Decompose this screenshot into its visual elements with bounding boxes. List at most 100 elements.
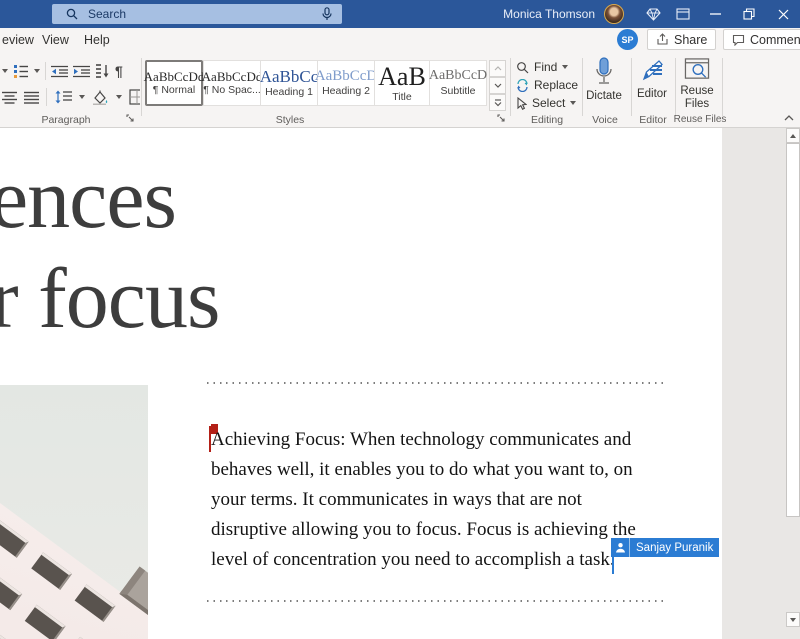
ribbon: ¶ bbox=[0, 52, 800, 128]
building-facade bbox=[0, 503, 148, 639]
ribbon-display-options-icon[interactable] bbox=[668, 0, 698, 28]
share-button[interactable]: Share bbox=[647, 29, 716, 50]
find-icon bbox=[516, 61, 529, 74]
account-user-name[interactable]: Monica Thomson bbox=[503, 7, 595, 21]
collaborator-cursor-blue bbox=[612, 557, 614, 574]
title-bar: Search Monica Thomson bbox=[0, 0, 800, 28]
search-icon bbox=[66, 8, 78, 20]
styles-scroll-up-button[interactable] bbox=[489, 60, 506, 77]
increase-indent-icon[interactable] bbox=[73, 65, 90, 78]
comment-icon bbox=[732, 34, 745, 46]
body-paragraph[interactable]: Achieving Focus: When technology communi… bbox=[211, 425, 636, 575]
editor-button[interactable]: Editor bbox=[629, 57, 675, 111]
shading-dropdown-icon[interactable] bbox=[116, 95, 122, 99]
bullets-dropdown-icon[interactable] bbox=[2, 69, 8, 73]
paragraph-group-label: Paragraph bbox=[30, 114, 102, 126]
collapse-ribbon-icon[interactable] bbox=[784, 115, 794, 121]
user-avatar[interactable] bbox=[604, 4, 624, 24]
styles-gallery-more-button[interactable] bbox=[489, 94, 506, 111]
paragraph-line: behaves well, it enables you to do what … bbox=[211, 455, 636, 485]
reuse-files-icon bbox=[683, 57, 711, 82]
scrollbar-thumb[interactable] bbox=[786, 143, 800, 517]
collaborator-name: Sanjay Puranik bbox=[630, 538, 719, 557]
sort-icon[interactable] bbox=[95, 64, 110, 78]
editor-pencil-icon bbox=[638, 57, 666, 85]
select-arrow-icon bbox=[516, 97, 527, 110]
group-divider bbox=[141, 58, 142, 116]
group-divider bbox=[510, 58, 511, 116]
numbered-list-icon[interactable] bbox=[13, 64, 29, 78]
voice-group-label: Voice bbox=[584, 114, 626, 126]
style-no-spacing[interactable]: AaBbCcDd ¶ No Spac... bbox=[203, 60, 260, 106]
dotted-separator-bottom bbox=[207, 600, 663, 602]
find-label: Find bbox=[534, 60, 557, 74]
style-heading-2[interactable]: AaBbCcD Heading 2 bbox=[317, 60, 374, 106]
numbered-list-dropdown-icon[interactable] bbox=[34, 69, 40, 73]
decrease-indent-icon[interactable] bbox=[51, 65, 68, 78]
paragraph-line: Achieving Focus: When technology communi… bbox=[211, 425, 636, 455]
styles-scroll-down-button[interactable] bbox=[489, 77, 506, 94]
find-dropdown-icon bbox=[562, 65, 568, 69]
scroll-up-button[interactable] bbox=[786, 128, 800, 143]
comments-button[interactable]: Comments bbox=[723, 29, 800, 50]
document-heading: ences r focus bbox=[0, 148, 219, 348]
scroll-down-button[interactable] bbox=[786, 612, 800, 627]
style-subtitle[interactable]: AaBbCcD Subtitle bbox=[429, 60, 487, 106]
editor-label: Editor bbox=[637, 88, 667, 101]
styles-dialog-launcher-icon[interactable] bbox=[497, 114, 506, 123]
dictate-button[interactable]: Dictate bbox=[581, 57, 627, 111]
tab-view[interactable]: View bbox=[42, 28, 69, 52]
line-spacing-icon[interactable] bbox=[54, 90, 72, 104]
style-title[interactable]: AaB Title bbox=[374, 60, 429, 106]
replace-icon bbox=[516, 79, 529, 92]
close-button[interactable] bbox=[766, 0, 800, 28]
styles-group-label: Styles bbox=[250, 114, 330, 126]
reuse-files-label: Reuse Files bbox=[680, 85, 713, 111]
document-area: ences r focus bbox=[0, 128, 800, 639]
reuse-files-button[interactable]: Reuse Files bbox=[674, 57, 720, 111]
find-button[interactable]: Find bbox=[516, 59, 568, 75]
share-icon bbox=[656, 33, 669, 46]
replace-label: Replace bbox=[534, 78, 578, 92]
line-spacing-dropdown-icon[interactable] bbox=[79, 95, 85, 99]
replace-button[interactable]: Replace bbox=[516, 77, 578, 93]
search-placeholder: Search bbox=[88, 7, 322, 21]
paragraph-dialog-launcher-icon[interactable] bbox=[126, 114, 135, 123]
heading-line-2: r focus bbox=[0, 248, 219, 348]
vertical-scrollbar[interactable] bbox=[786, 128, 800, 639]
dotted-separator-top bbox=[207, 382, 663, 384]
document-photo[interactable] bbox=[0, 385, 148, 639]
heading-line-1: ences bbox=[0, 148, 219, 248]
dictate-label: Dictate bbox=[586, 90, 622, 103]
paragraph-line: level of concentration you need to accom… bbox=[211, 545, 636, 575]
align-center-icon[interactable] bbox=[2, 91, 17, 104]
collaborator-presence-badge[interactable]: SP bbox=[617, 29, 638, 50]
ribbon-tab-row: eview View Help SP Share Comments bbox=[0, 28, 800, 52]
editing-group-label: Editing bbox=[514, 114, 580, 126]
search-input[interactable]: Search bbox=[52, 4, 342, 24]
gem-premium-icon[interactable] bbox=[638, 0, 668, 28]
justify-icon[interactable] bbox=[24, 91, 39, 104]
share-label: Share bbox=[674, 33, 707, 47]
paragraph-line: your terms. It communicates in ways that… bbox=[211, 485, 636, 515]
style-normal[interactable]: AaBbCcDd ¶ Normal bbox=[145, 60, 203, 106]
show-formatting-marks-icon[interactable]: ¶ bbox=[115, 64, 123, 78]
shading-bucket-icon[interactable] bbox=[92, 90, 109, 105]
comments-label: Comments bbox=[750, 33, 800, 47]
minimize-button[interactable] bbox=[698, 0, 732, 28]
word-app-window: Search Monica Thomson bbox=[0, 0, 800, 639]
search-mic-icon[interactable] bbox=[322, 7, 332, 21]
tab-help[interactable]: Help bbox=[84, 28, 110, 52]
style-heading-1[interactable]: AaBbCc Heading 1 bbox=[260, 60, 317, 106]
select-dropdown-icon bbox=[570, 101, 576, 105]
restore-button[interactable] bbox=[732, 0, 766, 28]
borders-icon[interactable] bbox=[129, 89, 140, 105]
dictate-mic-icon bbox=[594, 57, 614, 87]
select-button[interactable]: Select bbox=[516, 95, 576, 111]
editor-group-label: Editor bbox=[632, 114, 674, 126]
collaborator-flag[interactable]: Sanjay Puranik bbox=[611, 538, 719, 557]
tab-review[interactable]: eview bbox=[2, 28, 34, 52]
person-icon bbox=[611, 538, 630, 557]
document-page[interactable]: ences r focus bbox=[0, 128, 722, 639]
group-divider bbox=[722, 58, 723, 116]
